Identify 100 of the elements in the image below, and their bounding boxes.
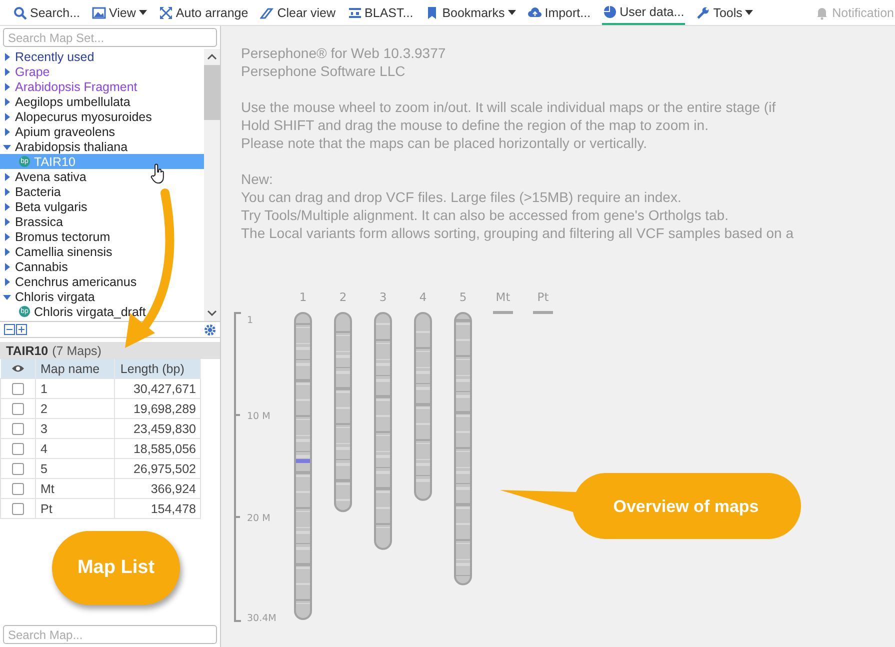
tree-item-label[interactable]: Recently used xyxy=(15,50,94,64)
table-cell: 26,975,502 xyxy=(114,458,200,478)
tree-item-label[interactable]: Beta vulgaris xyxy=(15,200,88,214)
tree-item[interactable]: Arabidopsis thaliana xyxy=(0,139,204,154)
toolbar-button[interactable]: Tools xyxy=(695,0,754,25)
eye-icon[interactable] xyxy=(11,364,25,372)
hand-cursor-icon xyxy=(150,163,166,185)
toolbar-button[interactable]: View xyxy=(91,0,148,25)
tree-item-label[interactable]: Alopecurus myosuroides xyxy=(15,110,152,124)
column-header[interactable]: Length (bp) xyxy=(114,359,200,378)
search-field[interactable]: Search Map... xyxy=(3,625,217,644)
checkbox[interactable] xyxy=(12,482,24,494)
eraser-icon xyxy=(260,6,274,20)
tree-item-label[interactable]: Chloris virgata_draft xyxy=(34,304,146,318)
alignment-icon xyxy=(348,6,362,20)
info-text: You can drag and drop VCF files. Large files (>15MB) require an index. xyxy=(241,188,682,206)
tree-item[interactable]: Alopecurus myosuroides xyxy=(0,109,204,124)
tree-item-label[interactable]: Apium graveolens xyxy=(15,124,116,138)
tree-item[interactable]: Apium graveolens xyxy=(0,124,204,139)
scrollbar-thumb[interactable] xyxy=(204,65,220,120)
search-field[interactable]: Search Map Set... xyxy=(3,28,217,47)
checkbox[interactable] xyxy=(12,442,24,454)
tree-item[interactable]: Bacteria xyxy=(0,184,204,199)
checkbox[interactable] xyxy=(12,502,24,514)
checkbox[interactable] xyxy=(12,382,24,394)
bell-icon xyxy=(815,6,830,20)
tree-item[interactable]: Recently used xyxy=(0,49,204,64)
cloud-upload-icon xyxy=(528,6,542,20)
table-cell: 18,585,056 xyxy=(114,438,200,458)
table-cell: 2 xyxy=(35,398,115,418)
tree-item[interactable]: Aegilops umbellulata xyxy=(0,94,204,109)
tree-item[interactable]: Arabidopsis Fragment xyxy=(0,79,204,94)
scale-label: 1 xyxy=(247,315,254,326)
tree-item-label[interactable]: Avena sativa xyxy=(15,170,86,184)
checkbox[interactable] xyxy=(12,462,24,474)
tree-item[interactable]: Beta vulgaris xyxy=(0,199,204,214)
tree-item[interactable]: Avena sativa xyxy=(0,169,204,184)
column-header[interactable]: Map name xyxy=(35,359,115,378)
table-cell: 3 xyxy=(35,418,115,438)
tree-item[interactable]: Camellia sinensis xyxy=(0,244,204,259)
info-text: The Local variants form allows sorting, grouping and filtering all VCF samples based on a xyxy=(241,224,795,242)
caret-icon xyxy=(138,10,147,15)
tree-item[interactable]: Cannabis xyxy=(0,259,204,274)
tree-item-label[interactable]: Brassica xyxy=(15,214,63,228)
tree-item[interactable]: Bromus tectorum xyxy=(0,229,204,244)
caret-icon xyxy=(508,10,516,15)
tree-item-label[interactable]: Grape xyxy=(15,64,50,78)
table-cell: 23,459,830 xyxy=(114,418,200,438)
scrollbar[interactable] xyxy=(204,49,220,321)
collapse-all-icon[interactable] xyxy=(4,324,15,335)
expand-all-icon[interactable] xyxy=(16,324,27,335)
toolbar-button[interactable]: Search... xyxy=(12,0,82,25)
tree-item-label[interactable]: Arabidopsis thaliana xyxy=(15,140,128,154)
tree-item[interactable]: Chloris virgata xyxy=(0,289,204,304)
info-text: New: xyxy=(241,170,274,188)
scroll-down-icon[interactable] xyxy=(207,310,217,316)
toolbar-button[interactable]: Auto arrange xyxy=(158,0,250,25)
pie-chart-icon xyxy=(602,4,617,18)
collapse-triangle-icon[interactable] xyxy=(3,292,11,300)
tree-item-label[interactable]: Cenchrus americanus xyxy=(15,274,137,288)
checkbox[interactable] xyxy=(12,422,24,434)
scroll-up-icon[interactable] xyxy=(207,54,217,60)
highlight-band xyxy=(296,459,310,463)
settings-icon[interactable] xyxy=(204,324,216,336)
info-text: Use the mouse wheel to zoom in/out. It will scale individual maps or the entire stage (if xyxy=(241,98,777,116)
tree-item[interactable]: Brassica xyxy=(0,214,204,229)
toolbar-button[interactable]: Import... xyxy=(526,0,592,25)
scale-label: 10 M xyxy=(247,411,270,422)
map-set-title: TAIR10 xyxy=(6,344,48,358)
info-text: Try Tools/Multiple alignment. It can also be accessed from gene's Ortholgs tab. xyxy=(241,206,730,224)
tree-item-label[interactable]: Bromus tectorum xyxy=(15,230,110,244)
tree-item[interactable]: Cenchrus americanus xyxy=(0,274,204,289)
expand-arrows-icon xyxy=(158,6,173,20)
table-cell: 1 xyxy=(35,378,115,398)
tree-item-label[interactable]: Chloris virgata xyxy=(15,290,95,304)
tree-item-label[interactable]: Bacteria xyxy=(15,184,61,198)
info-text: Persephone Software LLC xyxy=(241,62,406,80)
info-text: Persephone® for Web 10.3.9377 xyxy=(241,44,447,62)
collapse-triangle-icon[interactable] xyxy=(3,142,11,150)
tree-item-label[interactable]: Camellia sinensis xyxy=(15,244,112,258)
tree-item-label[interactable]: Arabidopsis Fragment xyxy=(15,80,138,94)
scale-label: 20 M xyxy=(247,513,270,524)
scale-label: 30.4M xyxy=(247,613,276,624)
map-list-callout: Map List xyxy=(52,531,180,605)
tree-item-label[interactable]: Aegilops umbellulata xyxy=(15,94,130,108)
info-text: Hold SHIFT and drag the mouse to define the region of the map to zoom in. xyxy=(241,116,710,134)
toolbar-button[interactable]: BLAST... xyxy=(346,0,414,25)
checkbox[interactable] xyxy=(12,402,24,414)
toolbar-button[interactable]: Clear view xyxy=(259,0,337,25)
toolbar-button[interactable]: Bookmarks xyxy=(424,0,517,25)
wrench-icon xyxy=(696,6,710,20)
search-icon xyxy=(13,6,27,20)
table-cell: 4 xyxy=(35,438,115,458)
tree-item-label[interactable]: Cannabis xyxy=(15,260,68,274)
table-cell: 154,478 xyxy=(114,498,200,518)
tree-item[interactable]: Grape xyxy=(0,64,204,79)
table-cell: 19,698,289 xyxy=(114,398,200,418)
table-cell: 30,427,671 xyxy=(114,378,200,398)
table-cell: 366,924 xyxy=(114,478,200,498)
map-count: (7 Maps) xyxy=(52,344,102,358)
